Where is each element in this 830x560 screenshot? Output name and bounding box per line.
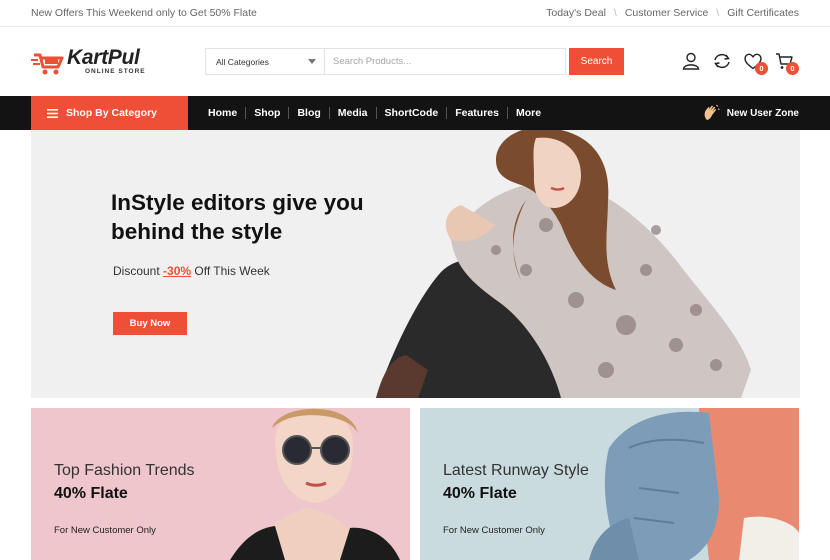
user-icon [682,52,699,70]
top-links: Today's Deal \ Customer Service \ Gift C… [546,7,799,19]
hero-discount: -30% [163,264,192,278]
promo-model-sunglasses-image [230,408,400,560]
wishlist-count-badge: 0 [755,62,768,75]
category-select[interactable]: All Categories [205,48,324,75]
wishlist-button[interactable]: 0 [737,47,768,75]
shop-by-category-label: Shop By Category [66,107,158,119]
account-button[interactable] [675,47,706,75]
chevron-down-icon [308,59,316,64]
menu-icon [47,108,58,118]
header-icons: 0 0 [675,47,799,75]
promo-note: For New Customer Only [54,525,156,536]
promo-title: Latest Runway Style [443,462,589,479]
main-nav: Shop By Category Home Shop Blog Media Sh… [0,96,830,130]
hero-sub-prefix: Discount [113,264,164,278]
promo-offer: 40% Flate [443,485,517,502]
brand-name: KartPul [67,46,140,69]
buy-now-button[interactable]: Buy Now [113,312,187,335]
cart-logo-icon [31,53,64,74]
nav-item-blog[interactable]: Blog [289,107,328,119]
nav-item-more[interactable]: More [508,107,549,119]
nav-item-home[interactable]: Home [200,107,245,119]
brand-tagline: ONLINE STORE [85,68,146,75]
link-separator: \ [716,7,720,19]
new-user-zone-label: New User Zone [726,107,799,119]
nav-item-media[interactable]: Media [330,107,376,119]
search-button[interactable]: Search [569,48,624,75]
refresh-icon [713,53,730,69]
hero-subtitle: Discount -30% Off This Week [113,264,270,278]
hero-sub-suffix: Off This Week [191,264,270,278]
cart-button[interactable]: 0 [768,47,799,75]
promo-note: For New Customer Only [443,525,545,536]
logo[interactable]: KartPul ONLINE STORE [31,47,206,77]
promo-banner-fashion-trends[interactable]: Top Fashion Trends 40% Flate For New Cus… [31,408,410,560]
top-bar: New Offers This Weekend only to Get 50% … [0,0,830,27]
offer-text: New Offers This Weekend only to Get 50% … [31,7,257,19]
header: KartPul ONLINE STORE All Categories Sear… [0,27,830,96]
link-separator: \ [613,7,617,19]
nav-item-shortcode[interactable]: ShortCode [377,107,447,119]
search-input[interactable] [324,48,566,75]
link-todays-deal[interactable]: Today's Deal [546,7,606,19]
promo-offer: 40% Flate [54,485,128,502]
hero-model-image [376,130,751,398]
nav-item-features[interactable]: Features [447,107,507,119]
hero-title: InStyle editors give you behind the styl… [111,188,401,246]
category-select-value: All Categories [216,56,269,67]
waving-hand-icon [704,104,720,120]
compare-button[interactable] [706,47,737,75]
promo-model-denim-jacket-image [589,408,799,560]
hero-title-line-2: behind the style [111,219,283,244]
link-customer-service[interactable]: Customer Service [625,7,708,19]
shop-by-category-button[interactable]: Shop By Category [31,96,188,130]
nav-items: Home Shop Blog Media ShortCode Features … [200,107,549,119]
nav-item-shop[interactable]: Shop [246,107,288,119]
promo-banner-runway-style[interactable]: Latest Runway Style 40% Flate For New Cu… [420,408,799,560]
cart-count-badge: 0 [786,62,799,75]
search-bar: All Categories Search [205,48,624,75]
promo-title: Top Fashion Trends [54,462,195,479]
link-gift-certificates[interactable]: Gift Certificates [727,7,799,19]
hero-title-line-1: InStyle editors give you [111,190,364,215]
new-user-zone-link[interactable]: New User Zone [702,96,799,130]
hero-banner: InStyle editors give you behind the styl… [31,130,800,398]
